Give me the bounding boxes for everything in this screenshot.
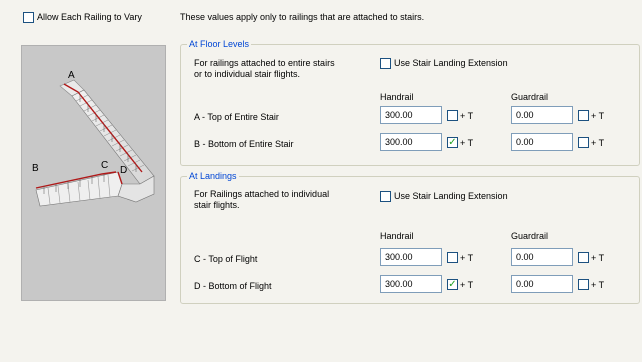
guardrail-top-of-entire-stair-input[interactable] [511, 106, 573, 124]
guardrail-bottom-of-flight-input[interactable] [511, 275, 573, 293]
row-label-bottom-of-flight: D - Bottom of Flight [194, 281, 272, 291]
preview-label-d: D [120, 165, 128, 176]
plus-t-label: + T [591, 138, 605, 148]
floor-levels-extension-label: Use Stair Landing Extension [394, 58, 508, 68]
plus-t-label: + T [460, 111, 474, 121]
allow-vary-label: Allow Each Railing to Vary [37, 12, 142, 22]
guardrail-top-of-entire-stair-t-checkbox[interactable] [578, 110, 589, 121]
landings-guardrail-header: Guardrail [511, 231, 549, 241]
row-label-bottom-of-entire-stair: B - Bottom of Entire Stair [194, 139, 294, 149]
preview-label-c: C [101, 160, 109, 171]
handrail-bottom-of-flight-t-checkbox[interactable]: ✓ [447, 279, 458, 290]
floor-levels-extension-checkbox[interactable] [380, 58, 391, 69]
check-mark-icon: ✓ [448, 278, 457, 290]
plus-t-label: + T [591, 111, 605, 121]
landings-extension-checkbox[interactable] [380, 191, 391, 202]
guardrail-bottom-of-entire-stair-input[interactable] [511, 133, 573, 151]
stair-illustration [35, 79, 155, 207]
floor-levels-description-2: or to individual stair flights. [194, 69, 301, 79]
preview-label-b: B [32, 163, 39, 174]
plus-t-label: + T [591, 253, 605, 263]
guardrail-bottom-of-flight-t-checkbox[interactable] [578, 279, 589, 290]
floor-levels-title: At Floor Levels [187, 39, 252, 49]
handrail-top-of-flight-t-checkbox[interactable] [447, 252, 458, 263]
stair-preview-image: A B C D [21, 45, 166, 301]
handrail-top-of-entire-stair-input[interactable] [380, 106, 442, 124]
landings-group: At Landings For Railings attached to ind… [180, 171, 640, 304]
handrail-bottom-of-entire-stair-input[interactable] [380, 133, 442, 151]
description-text: These values apply only to railings that… [180, 12, 425, 22]
preview-label-a: A [68, 70, 75, 81]
landings-description-1: For Railings attached to individual [194, 189, 330, 199]
handrail-top-of-flight-input[interactable] [380, 248, 442, 266]
row-label-top-of-entire-stair: A - Top of Entire Stair [194, 112, 279, 122]
plus-t-label: + T [591, 280, 605, 290]
landings-handrail-header: Handrail [380, 231, 414, 241]
handrail-bottom-of-entire-stair-t-checkbox[interactable]: ✓ [447, 137, 458, 148]
floor-levels-group: At Floor Levels For railings attached to… [180, 39, 640, 166]
landings-description-2: stair flights. [194, 200, 240, 210]
allow-vary-checkbox[interactable] [23, 12, 34, 23]
handrail-top-of-entire-stair-t-checkbox[interactable] [447, 110, 458, 121]
row-label-top-of-flight: C - Top of Flight [194, 254, 258, 264]
floor-levels-handrail-header: Handrail [380, 92, 414, 102]
check-mark-icon: ✓ [448, 136, 457, 148]
guardrail-top-of-flight-input[interactable] [511, 248, 573, 266]
guardrail-top-of-flight-t-checkbox[interactable] [578, 252, 589, 263]
floor-levels-guardrail-header: Guardrail [511, 92, 549, 102]
plus-t-label: + T [460, 253, 474, 263]
landings-title: At Landings [187, 171, 239, 181]
floor-levels-description-1: For railings attached to entire stairs [194, 58, 335, 68]
guardrail-bottom-of-entire-stair-t-checkbox[interactable] [578, 137, 589, 148]
handrail-bottom-of-flight-input[interactable] [380, 275, 442, 293]
landings-extension-label: Use Stair Landing Extension [394, 191, 508, 201]
plus-t-label: + T [460, 280, 474, 290]
plus-t-label: + T [460, 138, 474, 148]
